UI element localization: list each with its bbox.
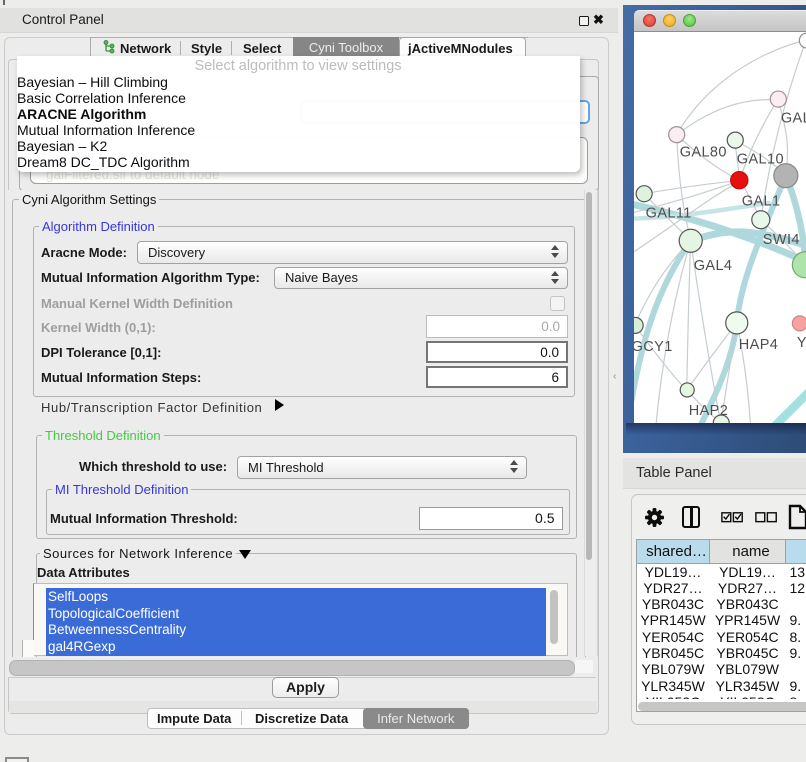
svg-text:SWI4: SWI4 [762, 231, 799, 247]
svg-text:GCY1: GCY1 [634, 338, 673, 354]
svg-text:GAL80: GAL80 [679, 144, 726, 160]
svg-text:GAL1: GAL1 [741, 193, 780, 209]
svg-text:GAL11: GAL11 [645, 205, 691, 221]
svg-text:GAL7: GAL7 [780, 110, 806, 126]
svg-text:Y: Y [796, 334, 806, 350]
svg-text:GAL10: GAL10 [736, 151, 783, 167]
svg-text:HAP4: HAP4 [738, 336, 777, 352]
svg-text:HAP2: HAP2 [688, 402, 727, 418]
svg-text:GAL4: GAL4 [693, 257, 732, 273]
